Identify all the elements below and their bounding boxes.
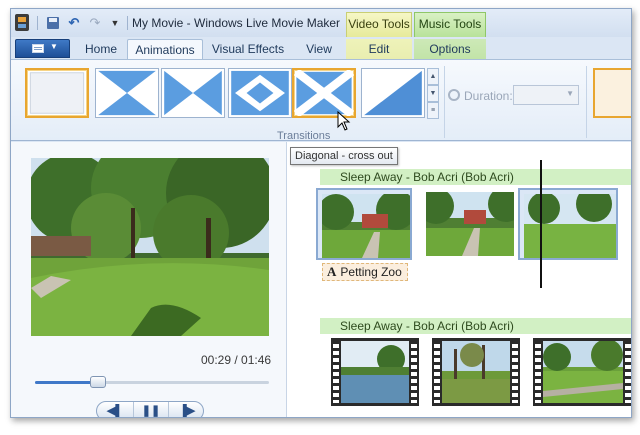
movie-maker-window: ↶ ↷ ▼ My Movie - Windows Live Movie Make… [10,8,632,418]
screen: ↶ ↷ ▼ My Movie - Windows Live Movie Make… [0,0,640,435]
save-icon[interactable] [45,15,61,31]
video-clip-5[interactable] [432,338,520,406]
transition-diagonal[interactable] [361,68,425,118]
tab-visual-effects[interactable]: Visual Effects [207,39,289,59]
caption-text: Petting Zoo [340,265,402,279]
video-tools-label: Video Tools [346,12,412,37]
duration-select[interactable]: ▼ [513,85,579,105]
chevron-down-icon: ▼ [566,89,574,98]
pause-button[interactable]: ❚❚ [133,402,169,417]
seek-progress [35,381,99,384]
gallery-more-icon[interactable]: ≡ [427,102,439,119]
duration-label: Duration: [464,89,513,103]
ribbon-animations: ▲ ▼ ≡ Transitions Duration: ▼ [11,59,631,142]
transitions-group-label: Transitions [277,130,331,142]
video-preview[interactable] [31,158,269,336]
preview-pane: 00:29 / 01:46 ◀▌ ❚❚ ▐▶ [11,142,287,417]
redo-icon[interactable]: ↷ [87,15,103,31]
gallery-scroll: ▲ ▼ ≡ [427,68,439,120]
video-clip-1[interactable] [316,188,412,260]
customize-dropdown-icon[interactable]: ▼ [107,15,123,31]
caption-item[interactable]: A Petting Zoo [322,263,408,281]
main-area: 00:29 / 01:46 ◀▌ ❚❚ ▐▶ Sleep Away - Bob … [11,142,631,417]
title-divider [127,16,128,30]
tab-edit[interactable]: Edit [346,39,412,59]
timecode: 00:29 / 01:46 [201,353,272,367]
window-title: My Movie - Windows Live Movie Maker [132,16,341,30]
undo-icon[interactable]: ↶ [66,15,82,31]
app-icon[interactable] [15,14,29,31]
ribbon-tab-row: ▼ Home Animations Visual Effects View Ed… [11,37,631,60]
video-clip-6[interactable] [533,338,631,406]
tab-home[interactable]: Home [75,39,127,59]
transition-bowtie-vertical[interactable] [161,68,225,118]
ribbon-group-divider [586,66,587,138]
tab-options[interactable]: Options [414,39,486,59]
video-clip-4[interactable] [331,338,419,406]
transition-bowtie-horizontal[interactable] [95,68,159,118]
music-tools-label: Music Tools [414,12,486,37]
storyboard: Sleep Away - Bob Acri (Bob Acri) A Petti… [288,142,631,417]
text-icon: A [327,264,337,279]
document-icon [32,44,44,53]
transition-tooltip: Diagonal - cross out [290,147,398,165]
next-frame-button[interactable]: ▐▶ [169,402,205,417]
previous-frame-button[interactable]: ◀▌ [97,402,133,417]
video-clip-3[interactable] [518,188,618,260]
tab-view[interactable]: View [294,39,344,59]
gallery-scroll-down-icon[interactable]: ▼ [427,85,439,102]
playback-controls: ◀▌ ❚❚ ▐▶ [96,401,205,417]
gallery-scroll-up-icon[interactable]: ▲ [427,68,439,85]
chevron-down-icon: ▼ [50,42,58,51]
music-track-1[interactable]: Sleep Away - Bob Acri (Bob Acri) [320,169,631,185]
transition-none[interactable] [25,68,89,118]
music-track-2[interactable]: Sleep Away - Bob Acri (Bob Acri) [320,318,631,334]
video-clip-2[interactable] [422,188,518,260]
clock-icon [448,89,460,101]
transition-diamond[interactable] [228,68,292,118]
pan-zoom-thumbnail[interactable] [593,68,631,118]
title-bar: ↶ ↷ ▼ My Movie - Windows Live Movie Make… [11,9,631,37]
seek-handle[interactable] [90,376,107,388]
playhead[interactable] [540,160,542,288]
application-menu-button[interactable]: ▼ [15,39,70,58]
ribbon-group-divider [444,66,445,138]
mouse-cursor-icon [337,111,351,131]
quick-access-divider [37,16,38,30]
tab-animations[interactable]: Animations [127,39,203,60]
seek-bar[interactable] [35,376,269,388]
